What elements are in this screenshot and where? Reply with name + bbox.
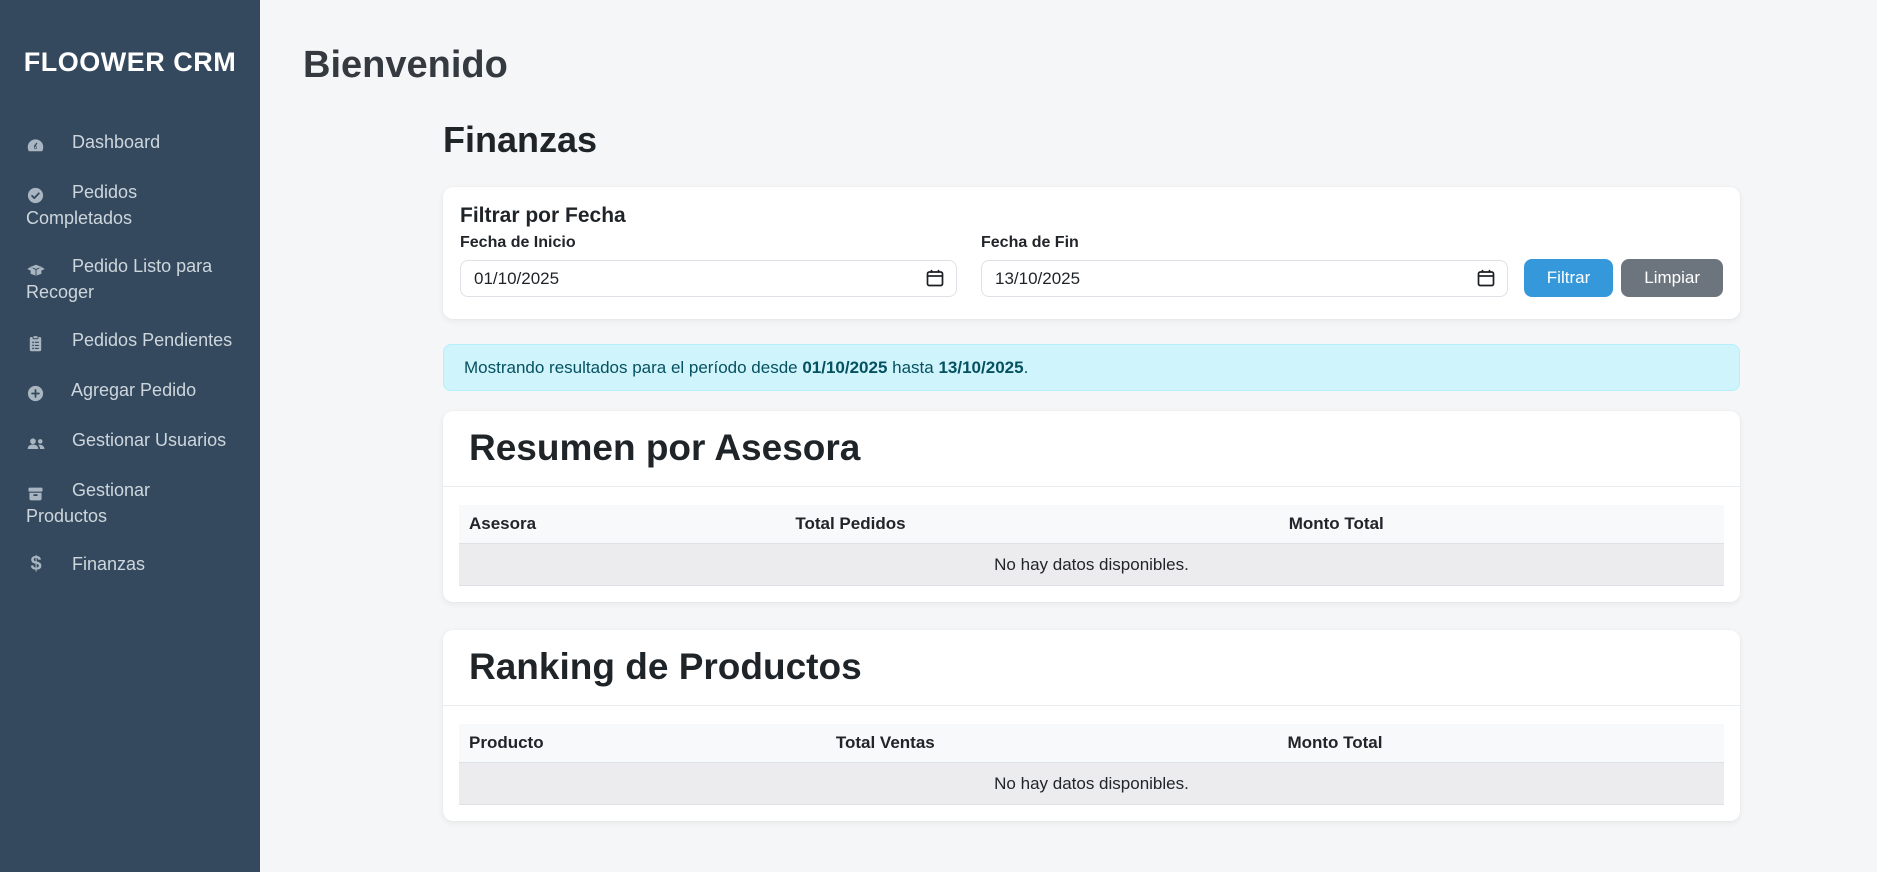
- box-icon: [26, 480, 46, 504]
- table-header-row: Asesora Total Pedidos Monto Total: [459, 505, 1724, 544]
- app-logo: FLOOWER CRM: [0, 0, 260, 78]
- sidebar-item-pedidos-completados[interactable]: Pedidos Completados: [0, 168, 260, 242]
- sidebar-item-gestionar-usuarios[interactable]: Gestionar Usuarios: [0, 416, 260, 466]
- table-row: No hay datos disponibles.: [459, 763, 1724, 805]
- resumen-asesora-card: Resumen por Asesora Asesora Total Pedido…: [443, 411, 1740, 602]
- dollar-icon: $: [26, 552, 46, 576]
- sidebar-item-label: Gestionar Usuarios: [72, 430, 226, 450]
- end-date-label: Fecha de Fin: [981, 233, 1508, 252]
- date-filter-card: Filtrar por Fecha Fecha de Inicio Fecha …: [443, 187, 1740, 319]
- start-date-label: Fecha de Inicio: [460, 233, 957, 252]
- sidebar-item-finanzas[interactable]: $ Finanzas: [0, 540, 260, 588]
- main-content: Bienvenido Finanzas Filtrar por Fecha Fe…: [260, 0, 1877, 872]
- ranking-productos-card: Ranking de Productos Producto Total Vent…: [443, 630, 1740, 821]
- resumen-asesora-table: Asesora Total Pedidos Monto Total No hay…: [459, 505, 1724, 586]
- start-date-input[interactable]: [460, 260, 957, 297]
- users-icon: [26, 430, 46, 454]
- table-header-row: Producto Total Ventas Monto Total: [459, 724, 1724, 763]
- alert-text-suffix: .: [1024, 358, 1029, 377]
- sidebar-item-pedido-listo-para-recoger[interactable]: Pedido Listo para Recoger: [0, 242, 260, 316]
- empty-state-message: No hay datos disponibles.: [459, 544, 1724, 586]
- filter-title: Filtrar por Fecha: [460, 203, 1723, 229]
- finanzas-section: Finanzas Filtrar por Fecha Fecha de Inic…: [443, 118, 1740, 821]
- sidebar-item-label: Dashboard: [72, 132, 160, 152]
- empty-state-message: No hay datos disponibles.: [459, 763, 1724, 805]
- page-title: Bienvenido: [303, 42, 1740, 88]
- column-header-total-pedidos: Total Pedidos: [785, 505, 1278, 544]
- sidebar-item-label: Agregar Pedido: [71, 380, 196, 400]
- finanzas-section-title: Finanzas: [443, 118, 1740, 161]
- results-period-alert: Mostrando resultados para el período des…: [443, 344, 1740, 391]
- sidebar-item-label: Pedidos Pendientes: [72, 330, 232, 350]
- sidebar-item-label: Pedido Listo para Recoger: [26, 256, 212, 302]
- table-row: No hay datos disponibles.: [459, 544, 1724, 586]
- column-header-monto-total: Monto Total: [1279, 505, 1724, 544]
- sidebar-item-agregar-pedido[interactable]: Agregar Pedido: [0, 366, 260, 416]
- sidebar-item-pedidos-pendientes[interactable]: Pedidos Pendientes: [0, 316, 260, 366]
- column-header-monto-total: Monto Total: [1277, 724, 1724, 763]
- column-header-producto: Producto: [459, 724, 826, 763]
- end-date-input[interactable]: [981, 260, 1508, 297]
- sidebar-nav: Dashboard Pedidos Completados Pedido Lis…: [0, 118, 260, 588]
- sidebar-item-label: Finanzas: [72, 554, 145, 574]
- clipboard-list-icon: [26, 330, 46, 354]
- alert-end-date: 13/10/2025: [938, 358, 1023, 377]
- plus-circle-icon: [26, 380, 46, 404]
- alert-text-middle: hasta: [887, 358, 938, 377]
- column-header-total-ventas: Total Ventas: [826, 724, 1278, 763]
- ranking-productos-table: Producto Total Ventas Monto Total No hay…: [459, 724, 1724, 805]
- clear-button[interactable]: Limpiar: [1621, 259, 1723, 297]
- alert-text-prefix: Mostrando resultados para el período des…: [464, 358, 802, 377]
- resumen-asesora-title: Resumen por Asesora: [469, 425, 1714, 471]
- filter-button[interactable]: Filtrar: [1524, 259, 1613, 297]
- sidebar: FLOOWER CRM Dashboard Pedidos Completado…: [0, 0, 260, 872]
- ranking-productos-title: Ranking de Productos: [469, 644, 1714, 690]
- check-circle-icon: [26, 182, 46, 206]
- sidebar-item-dashboard[interactable]: Dashboard: [0, 118, 260, 168]
- tachometer-icon: [26, 132, 46, 156]
- column-header-asesora: Asesora: [459, 505, 785, 544]
- sidebar-item-gestionar-productos[interactable]: Gestionar Productos: [0, 466, 260, 540]
- alert-start-date: 01/10/2025: [802, 358, 887, 377]
- box-open-icon: [26, 256, 46, 280]
